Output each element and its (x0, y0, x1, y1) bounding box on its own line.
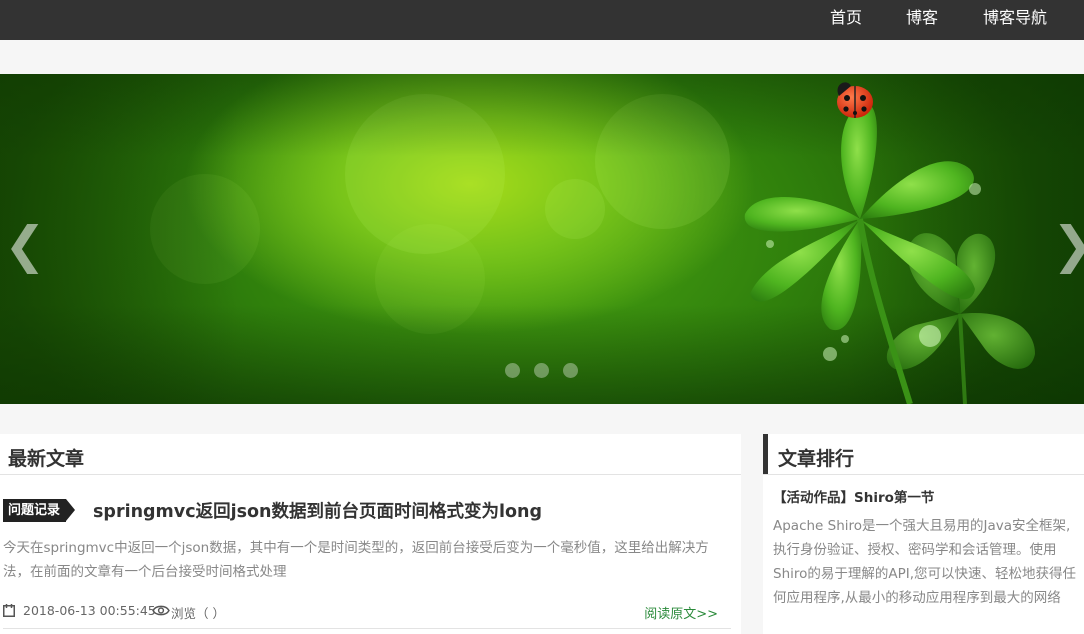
heading-accent-bar (763, 434, 768, 474)
nav-blog-directory-link[interactable]: 博客导航 (983, 0, 1047, 40)
article-title-link[interactable]: springmvc返回json数据到前台页面时间格式变为long (93, 498, 542, 523)
calendar-icon (3, 604, 15, 617)
article-ranking-panel: 文章排行 【活动作品】Shiro第一节 Apache Shiro是一个强大且易用… (763, 434, 1084, 634)
carousel-next-arrow[interactable]: ❯ (1052, 220, 1084, 270)
carousel-indicator-3[interactable] (563, 363, 578, 378)
latest-articles-heading: 最新文章 (8, 448, 85, 470)
carousel-indicator-2[interactable] (534, 363, 549, 378)
carousel-indicator-1[interactable] (505, 363, 520, 378)
eye-icon (152, 605, 170, 616)
top-nav-bar: 首页 博客 博客导航 (0, 0, 1084, 40)
article-meta: 2018-06-13 00:55:45 浏览（ ） 阅读原文>> (3, 602, 733, 622)
clover-ladybug-image (744, 82, 1035, 404)
article-category-tag[interactable]: 问题记录 (3, 499, 76, 522)
banner-carousel: ❮ ❯ (0, 74, 1084, 404)
article-views: 浏览（ ） (171, 606, 225, 621)
nav-blog-link[interactable]: 博客 (906, 0, 938, 40)
divider (763, 474, 1084, 475)
article-ranking-heading: 文章排行 (778, 448, 855, 470)
divider (3, 628, 731, 629)
ranking-item-summary: Apache Shiro是一个强大且易用的Java安全框架,执行身份验证、授权、… (773, 518, 1077, 606)
read-more-link[interactable]: 阅读原文>> (644, 603, 718, 622)
nav-home-link[interactable]: 首页 (830, 0, 862, 40)
ranking-item-title-link[interactable]: 【活动作品】Shiro第一节 (773, 486, 934, 506)
article-summary: 今天在springmvc中返回一个json数据，其中有一个是时间类型的，返回前台… (3, 540, 709, 580)
article-date: 2018-06-13 00:55:45 (23, 603, 156, 618)
latest-articles-panel: 最新文章 问题记录 springmvc返回json数据到前台页面时间格式变为lo… (0, 434, 741, 634)
carousel-prev-arrow[interactable]: ❮ (4, 220, 46, 270)
divider (0, 474, 741, 475)
